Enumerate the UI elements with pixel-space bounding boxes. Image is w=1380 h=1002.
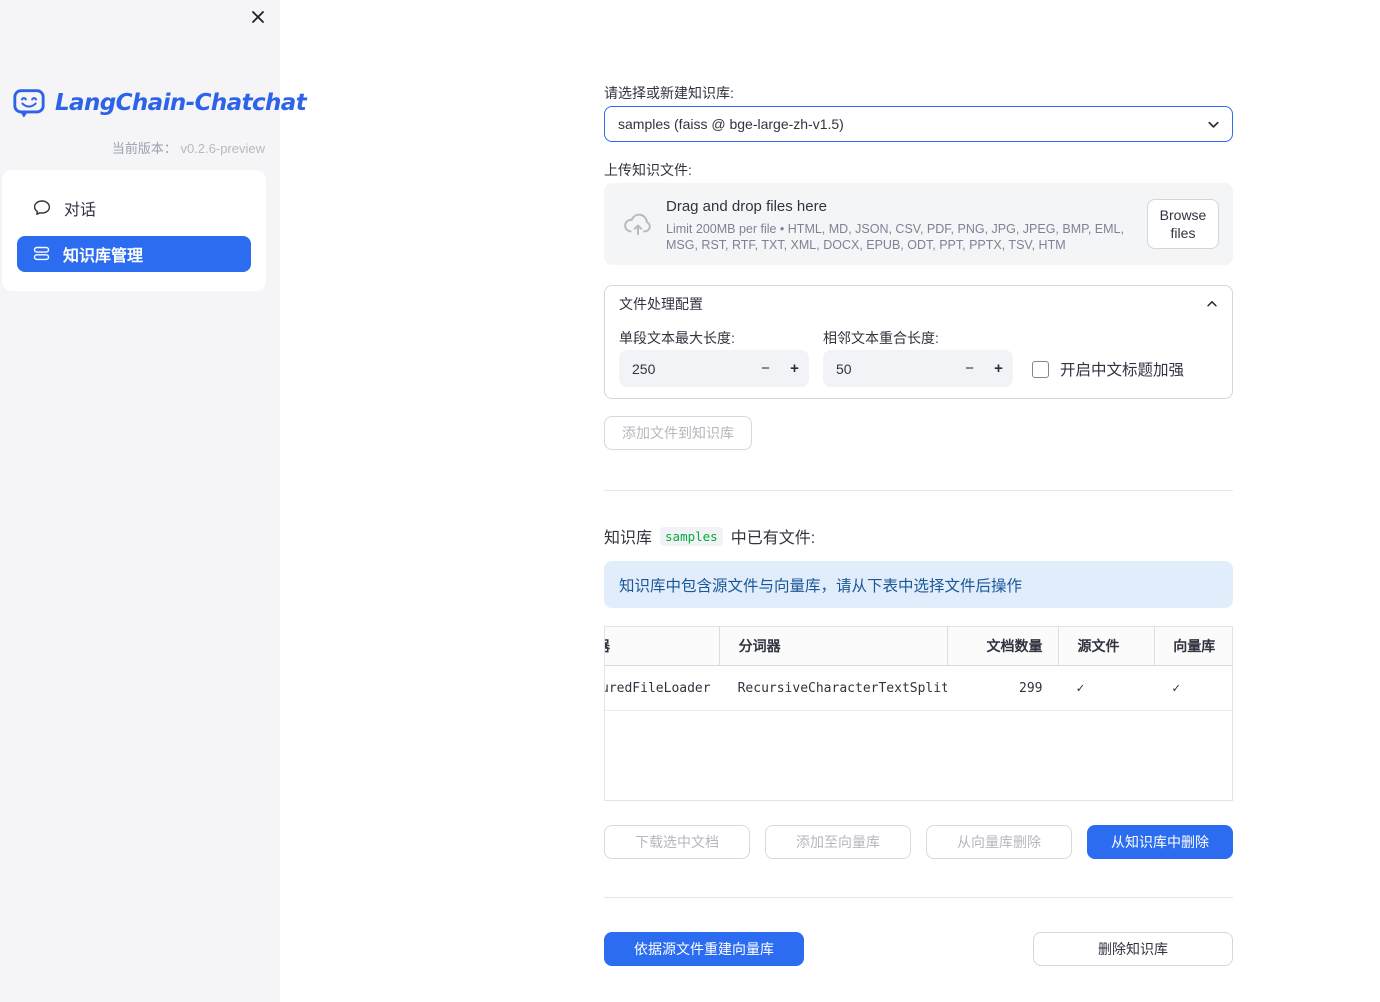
dropzone-title: Drag and drop files here [666,198,827,215]
cell-vector-store-check: ✓ [1172,680,1181,696]
chunk-size-input[interactable]: 250 − + [619,350,809,387]
main-content: 请选择或新建知识库: samples (faiss @ bge-large-zh… [604,0,1233,1002]
logo-text: LangChain-Chatchat [55,90,307,116]
add-files-to-kb-button[interactable]: 添加文件到知识库 [604,416,752,450]
version-label: 当前版本： [111,141,177,156]
cell-loader: uredFileLoader [605,680,711,696]
overlap-size-value: 50 [836,360,852,377]
chevron-up-icon [1205,297,1219,311]
sidebar: LangChain-Chatchat 当前版本： v0.2.6-preview … [0,0,307,1002]
chunk-size-minus-button[interactable]: − [751,350,780,387]
cell-splitter: RecursiveCharacterTextSplitter [737,680,947,696]
divider [604,490,1233,491]
column-header-splitter[interactable]: 分词器 [718,627,947,665]
delete-from-kb-button[interactable]: 从知识库中删除 [1087,825,1233,859]
overlap-size-plus-button[interactable]: + [984,350,1013,387]
file-actions-row: 下载选中文档 添加至向量库 从向量库删除 从知识库中删除 [604,825,1233,859]
close-sidebar-icon[interactable] [249,8,267,26]
rebuild-vector-store-button[interactable]: 依据源文件重建向量库 [604,932,804,966]
stacked-cards-icon [33,245,50,262]
file-config-expander-header[interactable]: 文件处理配置 [605,286,1232,322]
logo-chat-smiley-icon [12,86,46,120]
chevron-down-icon [1206,117,1221,132]
kb-name-code: samples [660,526,723,546]
version-value: v0.2.6-preview [180,141,265,156]
sidebar-item-knowledge-base[interactable]: 知识库管理 [17,235,251,272]
app-logo: LangChain-Chatchat [12,86,307,120]
sidebar-item-dialogue[interactable]: 对话 [17,190,251,226]
sidebar-menu: 对话 知识库管理 [2,170,266,291]
zh-title-enhance-label: 开启中文标题加强 [1060,362,1185,379]
kb-selectbox[interactable]: samples (faiss @ bge-large-zh-v1.5) [604,106,1233,142]
chunk-size-value: 250 [632,360,656,377]
chat-bubble-icon [33,199,51,216]
divider [604,897,1233,898]
cell-source-file-check: ✓ [1076,680,1085,696]
kb-select-label: 请选择或新建知识库: [604,85,734,101]
cell-doc-count: 299 [1019,680,1043,696]
table-row[interactable]: uredFileLoader RecursiveCharacterTextSpl… [605,666,1232,711]
column-header-source-file[interactable]: 源文件 [1057,627,1155,665]
download-selected-button[interactable]: 下载选中文档 [604,825,750,859]
zh-title-enhance-row: 开启中文标题加强 [1032,358,1184,380]
column-header-doc-count[interactable]: 文档数量 [946,627,1058,665]
dropzone-hint: Limit 200MB per file • HTML, MD, JSON, C… [666,222,1124,252]
column-header-vector-store[interactable]: 向量库 [1154,627,1232,665]
kb-selectbox-value: samples (faiss @ bge-large-zh-v1.5) [618,116,844,132]
kb-bottom-actions: 依据源文件重建向量库 删除知识库 [604,932,1233,966]
kb-files-prefix: 知识库 [604,530,653,547]
kb-files-heading: 知识库 samples 中已有文件: [604,524,815,548]
overlap-size-minus-button[interactable]: − [955,350,984,387]
info-alert: 知识库中包含源文件与向量库，请从下表中选择文件后操作 [604,561,1233,608]
cloud-upload-icon [622,209,654,239]
chunk-size-plus-button[interactable]: + [780,350,809,387]
kb-files-table[interactable]: 器 分词器 文档数量 源文件 向量库 uredFileLoader Recurs… [604,626,1233,801]
file-config-expander: 文件处理配置 单段文本最大长度: 250 − + 相邻文本重合长度: 50 − … [604,285,1233,399]
delete-from-vector-store-button[interactable]: 从向量库删除 [926,825,1072,859]
sidebar-item-label: 对话 [64,201,97,219]
file-dropzone[interactable]: Drag and drop files here Limit 200MB per… [604,183,1233,265]
zh-title-enhance-checkbox[interactable] [1032,360,1049,378]
overlap-size-input[interactable]: 50 − + [823,350,1013,387]
browse-files-button[interactable]: Browse files [1147,199,1219,249]
kb-files-suffix: 中已有文件: [730,530,816,547]
version-info: 当前版本： v0.2.6-preview [112,138,265,157]
upload-label: 上传知识文件: [604,162,692,178]
delete-kb-button[interactable]: 删除知识库 [1033,932,1233,966]
table-header-row: 器 分词器 文档数量 源文件 向量库 [605,627,1232,666]
info-alert-text: 知识库中包含源文件与向量库，请从下表中选择文件后操作 [619,577,1023,595]
sidebar-item-label: 知识库管理 [63,247,144,265]
overlap-size-label: 相邻文本重合长度: [823,330,939,346]
chunk-size-label: 单段文本最大长度: [619,330,735,346]
add-to-vector-store-button[interactable]: 添加至向量库 [765,825,911,859]
column-header-loader[interactable]: 器 [605,627,719,665]
file-config-title: 文件处理配置 [619,296,703,312]
